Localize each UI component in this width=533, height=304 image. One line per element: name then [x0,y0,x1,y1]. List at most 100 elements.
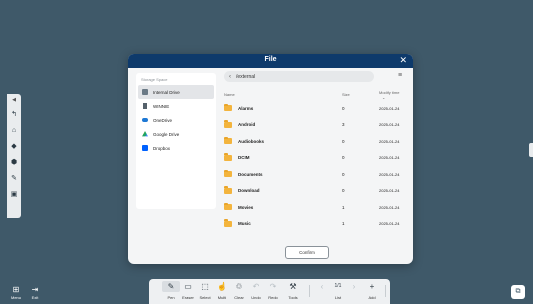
menu-button[interactable]: ⊞ Menu [8,285,24,300]
google-drive-icon [142,131,148,137]
file-list-header: Name Size Modify time ⌄ [224,89,404,100]
tool-multi[interactable]: ☝ Multi [213,281,231,300]
exit-icon: ⇥ [31,285,39,294]
file-name: Alarms [238,105,254,111]
home-icon[interactable]: ⌂ [7,122,21,138]
add-label: Add [368,295,376,300]
column-modified[interactable]: Modify time ⌄ [379,90,404,100]
right-panel-handle[interactable] [529,143,533,157]
exit-button[interactable]: ⇥ Exit [27,285,43,300]
toolbar-divider [309,285,310,297]
file-size: 1 [342,204,345,210]
file-size: 0 [342,138,345,144]
tool-tools[interactable]: ⚒ Tools [284,281,302,300]
sort-chevron-icon[interactable]: ⌄ [382,95,385,100]
annotate-icon[interactable]: ✎ [7,170,21,186]
storage-item-label: WINNIE [153,103,170,109]
column-size[interactable]: Size [342,92,379,97]
file-list: Name Size Modify time ⌄ Alarms 0 2025-01… [224,89,404,232]
close-icon[interactable]: ✕ [399,55,407,66]
usb-icon [143,103,147,109]
tool-eraser[interactable]: ▭ Eraser [179,281,197,300]
redo-icon: ↷ [269,282,277,291]
file-size: 3 [342,122,345,128]
list-view-icon[interactable]: ≡ [396,72,404,80]
file-modified: 2025-01-24 [379,171,400,177]
tool-select[interactable]: ⬚ Select [196,281,214,300]
file-row[interactable]: DCIM 0 2025-01-24 [224,150,404,167]
file-row[interactable]: Download 0 2025-01-24 [224,183,404,200]
file-name: Movies [238,204,254,210]
folder-icon [224,186,232,194]
menu-label: Menu [10,295,21,300]
list-label: List [334,295,342,300]
file-name: Music [238,221,251,227]
storage-item-dropbox[interactable]: Dropbox [138,141,214,155]
grid-menu-icon: ⊞ [12,285,20,294]
file-name: Documents [238,171,263,177]
clear-icon: ♲ [235,282,243,291]
exit-label: Exit [31,295,39,300]
file-modified: 2025-01-24 [379,204,400,210]
folder-icon [224,120,232,128]
next-page-button[interactable]: › [345,281,363,292]
folder-icon [224,103,232,112]
file-row[interactable]: Documents 0 2025-01-24 [224,166,404,183]
bottom-toolbar: ✎ Pen ▭ Eraser ⬚ Select ☝ Multi ♲ Clear … [149,279,390,304]
file-modified: 2025-01-24 [379,105,400,111]
file-row[interactable]: Android 3 2025-01-24 [224,117,404,134]
storage-item-usb[interactable]: WINNIE [138,99,214,113]
file-row[interactable]: Alarms 0 2025-01-24 [224,100,404,117]
file-size: 0 [342,188,345,194]
file-size: 0 [342,155,345,161]
back-arrow-icon[interactable]: ↰ [7,106,21,122]
file-row[interactable]: Audiobooks 0 2025-01-24 [224,133,404,150]
storage-label: Storage Space [141,77,168,82]
storage-item-onedrive[interactable]: OneDrive [138,113,214,127]
file-modified: 2025-01-24 [379,188,400,194]
file-dialog: File ✕ Storage Space Internal Drive WINN… [128,54,413,264]
dialog-title: File [264,56,277,63]
file-row[interactable]: Music 1 2025-01-24 [224,216,404,233]
file-modified: 2025-01-24 [379,221,400,227]
chevron-right-icon: › [352,282,356,291]
dropbox-icon [142,145,148,151]
storage-item-label: Dropbox [153,145,171,151]
column-name[interactable]: Name [224,92,342,97]
tool-undo[interactable]: ↶ Undo [247,281,265,300]
tool-clear[interactable]: ♲ Clear [230,281,248,300]
dialog-titlebar: File ✕ [128,54,413,68]
collapse-chevron-icon[interactable]: ◀ [7,94,21,106]
undo-icon: ↶ [252,282,260,291]
storage-item-google-drive[interactable]: Google Drive [138,127,214,141]
apps-icon[interactable]: ▣ [7,186,21,202]
file-size: 0 [342,105,345,111]
toolbox-icon: ⚒ [289,282,297,291]
file-row[interactable]: Movies 1 2025-01-24 [224,199,404,216]
layers-icon[interactable]: ◆ [7,138,21,154]
folder-icon [224,219,232,227]
current-path: /external [236,73,256,80]
storage-item-internal-drive[interactable]: Internal Drive [138,85,214,99]
add-page-button[interactable]: + Add [363,281,381,300]
confirm-button[interactable]: Confirm [285,246,329,259]
eraser-icon: ▭ [184,282,192,291]
switch-window-icon[interactable]: ⧉ [511,285,525,299]
file-size: 0 [342,171,345,177]
tool-pen[interactable]: ✎ Pen [162,281,180,300]
tasks-icon[interactable]: ⬢ [7,154,21,170]
tool-redo[interactable]: ↷ Redo [264,281,282,300]
storage-item-label: Internal Drive [153,89,180,95]
file-name: DCIM [238,155,250,161]
file-size: 1 [342,221,345,227]
select-icon: ⬚ [201,282,209,291]
file-modified: 2025-01-24 [379,155,400,161]
file-name: Download [238,188,260,194]
storage-item-label: Google Drive [153,131,180,137]
folder-icon [224,169,232,178]
back-chevron-icon[interactable]: ‹ [224,74,236,80]
folder-icon [224,153,232,161]
path-bar[interactable]: ‹ /external [224,71,374,82]
onedrive-icon [142,118,148,122]
storage-panel: Storage Space Internal Drive WINNIE OneD… [136,73,216,209]
